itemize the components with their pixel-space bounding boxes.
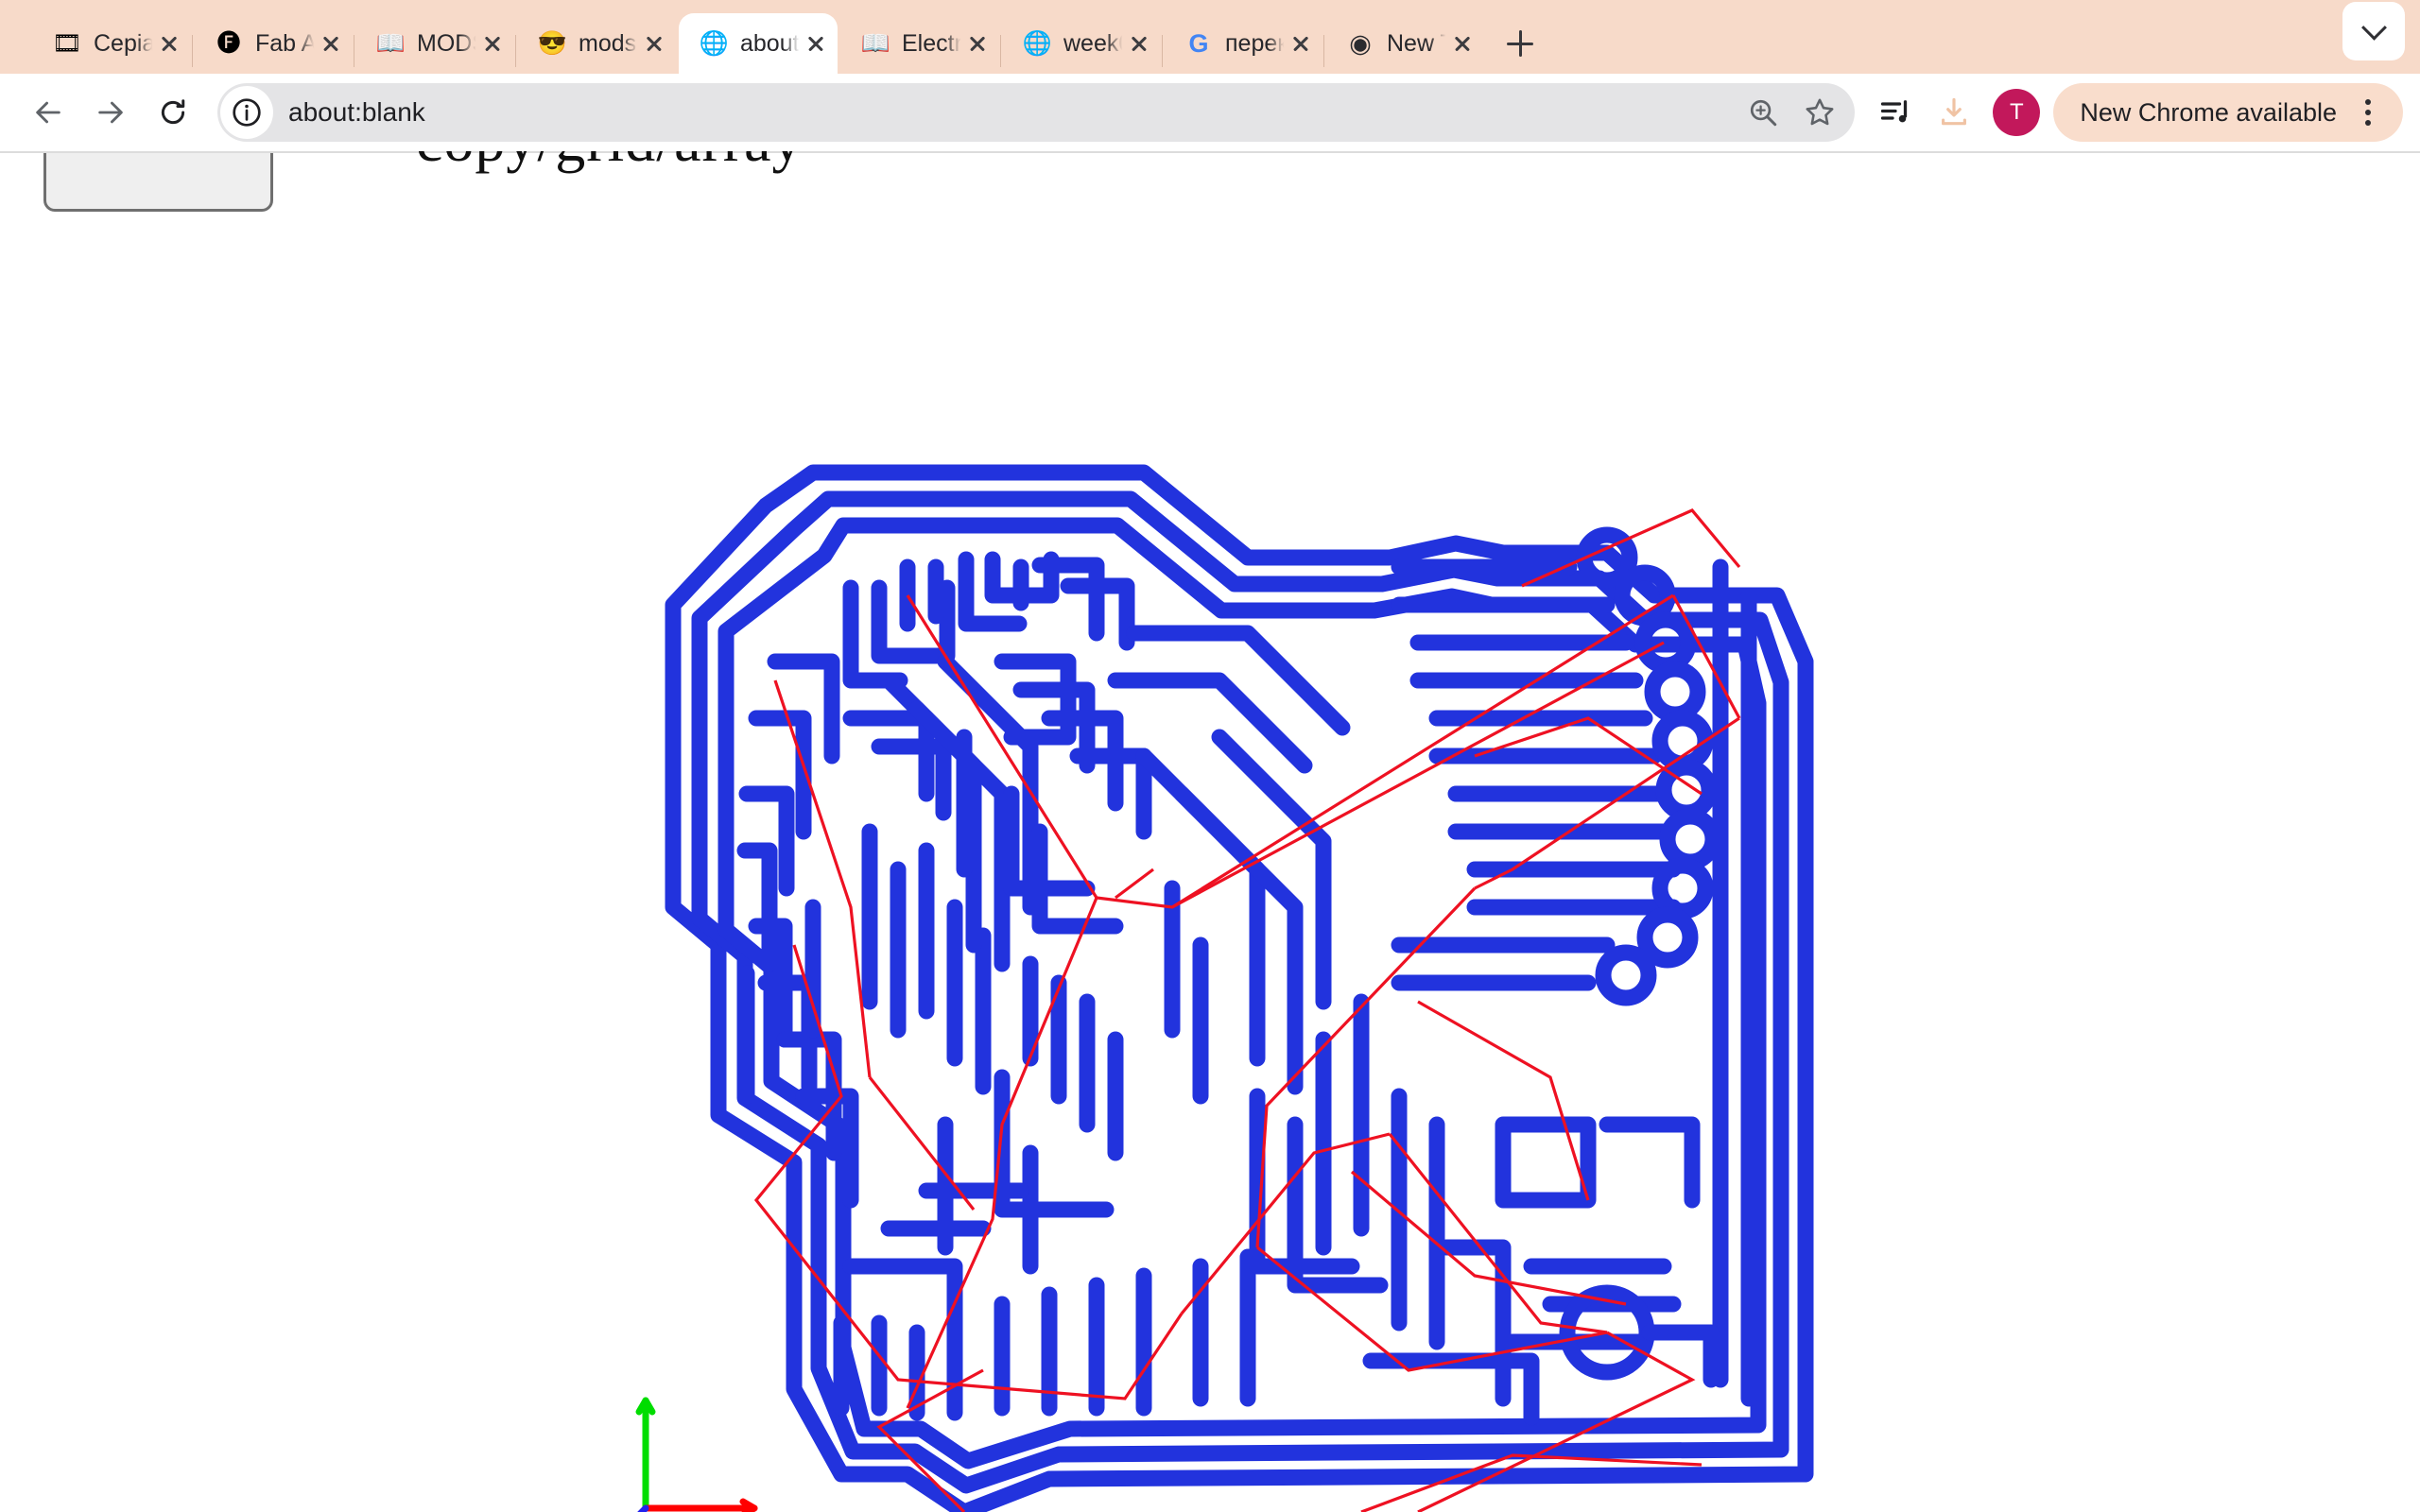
film-strip-icon: 🎞 (53, 29, 81, 57)
omnibox-actions (1737, 87, 1845, 138)
avatar-initial: T (2010, 99, 2024, 125)
address-bar[interactable]: about:blank (217, 83, 1856, 142)
close-icon[interactable] (153, 27, 185, 60)
fab-academy-icon: 🅕 (216, 29, 241, 57)
tab-title: New Tab (1387, 29, 1446, 57)
forward-arrow-icon (98, 101, 123, 124)
tab-week04-h[interactable]: 🌐 week04.h (1002, 13, 1161, 74)
close-icon[interactable] (1123, 27, 1155, 60)
tab-separator (1323, 35, 1324, 67)
open-book-icon: 📖 (861, 29, 890, 57)
tab-title: MODS | Fa (417, 29, 476, 57)
kebab-menu-icon[interactable] (2346, 87, 2390, 138)
tab-title: Серіал Ан (94, 29, 153, 57)
downloads-button[interactable] (1925, 83, 1983, 142)
open-book-icon: 📖 (376, 29, 405, 57)
site-info-button[interactable] (220, 86, 273, 139)
tab-mods-fa[interactable]: 📖 MODS | Fa (355, 13, 514, 74)
chevron-down-icon (2360, 14, 2387, 41)
pcb-copper-traces (665, 464, 1814, 1512)
tab-title: about:blan (740, 29, 800, 57)
globe-icon: 🌐 (700, 29, 728, 57)
sunglasses-face-icon: 😎 (538, 29, 566, 57)
tab-title: Electronic (902, 29, 961, 57)
close-icon[interactable] (1285, 27, 1317, 60)
pcb-trace-viewer[interactable] (0, 151, 2420, 1512)
page-viewport: copy/grid/array (0, 151, 2420, 1512)
zoom-in-icon (1751, 99, 1777, 127)
media-control-button[interactable] (1866, 83, 1925, 142)
browser-toolbar: about:blank T New Chrome available (0, 74, 2420, 151)
close-icon[interactable] (638, 27, 670, 60)
close-icon[interactable] (800, 27, 832, 60)
close-icon[interactable] (961, 27, 994, 60)
tab-title: week04.h (1063, 29, 1123, 57)
tab-list: 🎞 Серіал Ан 🅕 Fab Acade 📖 MODS | Fa 😎 mods CE 🌐 a… (32, 13, 1484, 74)
new-tab-button[interactable] (1494, 17, 1547, 70)
download-icon (1942, 97, 1967, 126)
xyz-axis-gizmo (635, 1397, 758, 1512)
close-icon[interactable] (476, 27, 509, 60)
chrome-update-button[interactable]: New Chrome available (2053, 83, 2403, 142)
media-control-icon (1881, 100, 1908, 123)
tab-separator (1162, 35, 1163, 67)
bookmark-button[interactable] (1794, 87, 1845, 138)
url-text: about:blank (288, 97, 425, 127)
tab-fab-acade[interactable]: 🅕 Fab Acade (194, 13, 353, 74)
zoom-in-button[interactable] (1737, 87, 1789, 138)
tab-electronic[interactable]: 📖 Electronic (840, 13, 999, 74)
forward-button[interactable] (79, 81, 142, 144)
tab-separator (192, 35, 193, 67)
close-icon[interactable] (315, 27, 347, 60)
tab-search-button[interactable] (2342, 2, 2405, 60)
google-icon: G (1188, 29, 1209, 58)
back-button[interactable] (17, 81, 79, 144)
tab-separator (1000, 35, 1001, 67)
avatar[interactable]: T (1993, 89, 2041, 136)
tab-переклад[interactable]: Gпереклад (1164, 13, 1322, 74)
tab-about-blan[interactable]: 🌐 about:blan (679, 13, 838, 74)
close-icon[interactable] (1446, 27, 1478, 60)
globe-icon: 🌐 (1023, 29, 1051, 57)
tab-title: Fab Acade (255, 29, 315, 57)
tab-title: переклад (1225, 29, 1285, 57)
back-arrow-icon (36, 101, 60, 124)
chrome-icon: ◉ (1349, 29, 1372, 58)
chrome-update-label: New Chrome available (2080, 97, 2337, 127)
tab-separator (515, 35, 516, 67)
tab-mods-ce[interactable]: 😎 mods CE (517, 13, 676, 74)
tab-strip: 🎞 Серіал Ан 🅕 Fab Acade 📖 MODS | Fa 😎 mods CE 🌐 a… (0, 0, 2420, 74)
star-icon (1806, 98, 1834, 126)
tab-title: mods CE (579, 29, 638, 57)
reload-icon (161, 99, 185, 125)
tab-new-tab[interactable]: ◉ New Tab (1325, 13, 1484, 74)
info-icon (233, 98, 261, 127)
reload-button[interactable] (142, 81, 204, 144)
tab-серіал-ан[interactable]: 🎞 Серіал Ан (32, 13, 191, 74)
